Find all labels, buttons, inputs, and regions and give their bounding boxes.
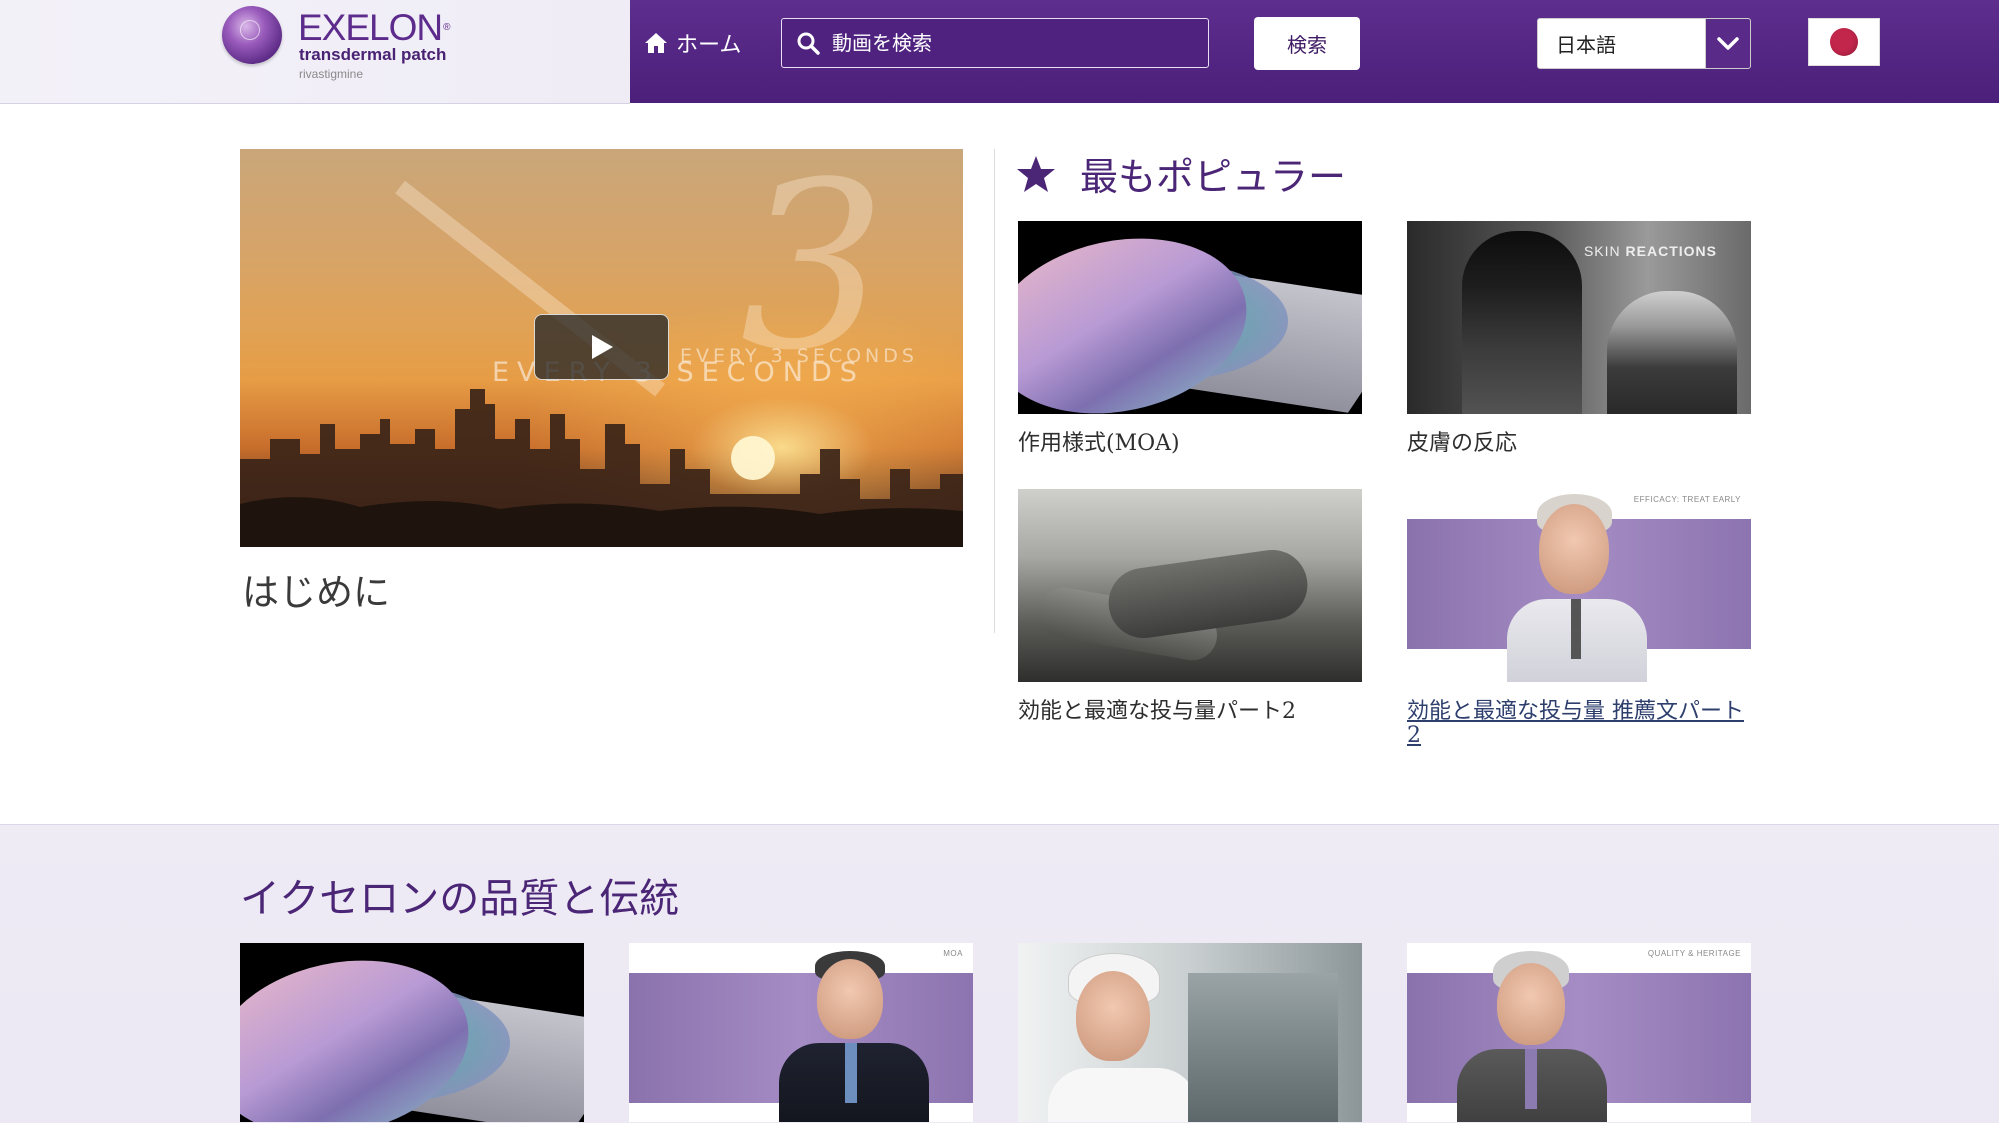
home-label: ホーム [676, 33, 742, 58]
lab-equipment-graphic [1188, 973, 1338, 1122]
section-divider [994, 149, 995, 633]
logo-generic-name: rivastigmine [299, 67, 364, 81]
site-header: EXELON® transdermal patch rivastigmine ホ… [0, 0, 1999, 104]
quality-video-doctor-japan[interactable]: MOA [629, 943, 973, 1122]
thumbnail-caption: EFFICACY: TREAT EARLY [1633, 495, 1741, 504]
logo-area: EXELON® transdermal patch rivastigmine [0, 0, 630, 104]
play-icon [591, 335, 613, 359]
video-title[interactable]: 効能と最適な投与量 推薦文パート2 [1407, 700, 1751, 748]
language-dropdown-toggle[interactable] [1705, 19, 1750, 68]
quality-video-moa[interactable] [240, 943, 584, 1122]
video-title[interactable]: 皮膚の反応 [1407, 432, 1751, 456]
logo-brand[interactable]: EXELON® [298, 8, 451, 48]
home-icon [645, 33, 667, 53]
search-icon [797, 32, 820, 55]
star-icon [1017, 155, 1055, 192]
quality-video-heritage[interactable]: QUALITY & HERITAGE [1407, 943, 1751, 1122]
thumbnail-caption: QUALITY & HERITAGE [1647, 949, 1741, 958]
language-selected-value: 日本語 [1556, 33, 1616, 57]
japan-flag-button[interactable] [1808, 18, 1880, 66]
video-thumbnail[interactable] [1018, 489, 1362, 682]
video-title[interactable]: 作用様式(MOA) [1018, 432, 1362, 456]
video-thumbnail[interactable]: SKIN REACTIONS [1407, 221, 1751, 414]
popular-heading-text: 最もポピュラー [1080, 155, 1347, 199]
video-title[interactable]: 効能と最適な投与量パート2 [1018, 700, 1362, 724]
logo-subtitle: transdermal patch [299, 45, 447, 64]
featured-video-title[interactable]: はじめに [242, 562, 390, 616]
popular-video-moa[interactable]: 作用様式(MOA) [1018, 221, 1362, 456]
quality-heading: イクセロンの品質と伝統 [240, 876, 680, 922]
quality-video-lab[interactable] [1018, 943, 1362, 1122]
popular-video-efficacy-part2[interactable]: 効能と最適な投与量パート2 [1018, 489, 1362, 724]
video-thumbnail[interactable] [1018, 221, 1362, 414]
thumbnail-caption: SKIN REACTIONS [1583, 243, 1717, 259]
play-button[interactable] [534, 314, 669, 380]
home-link[interactable]: ホーム [644, 26, 741, 60]
thumbnail-caption: MOA [943, 949, 963, 958]
search-button[interactable]: 検索 [1254, 17, 1360, 70]
overlay-text-ghost: EVERY 3 SECONDS [680, 345, 918, 367]
featured-video-thumbnail[interactable]: 3 EVERY 3 SECONDS EVERY 3 SECONDS [240, 149, 963, 547]
language-select[interactable]: 日本語 [1537, 18, 1751, 69]
search-input[interactable] [830, 30, 1204, 56]
japan-flag-icon [1830, 28, 1858, 56]
chevron-down-icon [1717, 36, 1739, 50]
popular-video-efficacy-testimonial[interactable]: EFFICACY: TREAT EARLY 効能と最適な投与量 推薦文パート2 [1407, 489, 1751, 748]
search-field[interactable] [781, 18, 1209, 68]
video-thumbnail[interactable]: EFFICACY: TREAT EARLY [1407, 489, 1751, 682]
popular-video-skin-reactions[interactable]: SKIN REACTIONS 皮膚の反応 [1407, 221, 1751, 456]
exelon-logo-icon[interactable] [222, 6, 282, 64]
popular-heading: 最もポピュラー [1016, 146, 1346, 201]
